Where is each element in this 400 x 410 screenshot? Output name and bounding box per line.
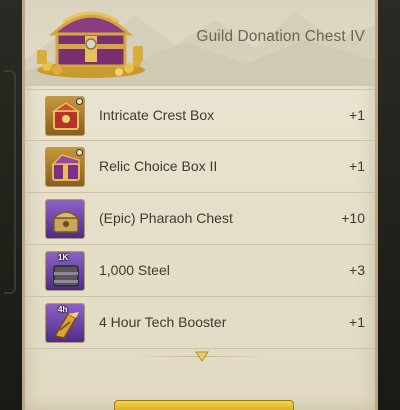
reward-row-pharaoh-chest[interactable]: (Epic) Pharaoh Chest +10 <box>25 193 375 245</box>
reward-row-steel[interactable]: 1K 1,000 Steel +3 <box>25 245 375 297</box>
confirm-button[interactable] <box>114 400 294 410</box>
zoom-icon <box>76 149 83 156</box>
item-quantity: +10 <box>341 210 365 226</box>
item-quantity: +1 <box>349 107 365 123</box>
chest-title: Guild Donation Chest IV <box>196 28 365 45</box>
item-name: (Epic) Pharaoh Chest <box>99 210 233 226</box>
treasure-chest-icon <box>37 11 145 78</box>
reward-list: Intricate Crest Box +1 Relic Choice Box … <box>25 89 375 349</box>
reward-panel: Guild Donation Chest IV Intricate Crest … <box>22 0 378 410</box>
background-left <box>0 0 22 410</box>
amount-tag: 1K <box>58 253 69 262</box>
tech-booster-icon[interactable]: 4h <box>45 303 85 343</box>
panel-header: Guild Donation Chest IV <box>25 0 375 86</box>
background-right <box>378 0 400 410</box>
reward-row-tech-booster[interactable]: 4h 4 Hour Tech Booster +1 <box>25 297 375 349</box>
steel-crate-icon[interactable]: 1K <box>45 251 85 291</box>
crest-box-icon[interactable] <box>45 96 85 136</box>
item-name: 1,000 Steel <box>99 262 170 278</box>
item-name: Relic Choice Box II <box>99 158 218 174</box>
scroll-down-icon[interactable] <box>195 351 209 362</box>
item-quantity: +1 <box>349 158 365 174</box>
item-name: 4 Hour Tech Booster <box>99 314 227 330</box>
item-quantity: +3 <box>349 262 365 278</box>
duration-tag: 4h <box>58 305 68 314</box>
relic-box-icon[interactable] <box>45 147 85 187</box>
reward-row-relic-box[interactable]: Relic Choice Box II +1 <box>25 141 375 193</box>
item-quantity: +1 <box>349 314 365 330</box>
item-name: Intricate Crest Box <box>99 107 215 123</box>
pharaoh-chest-icon[interactable] <box>45 199 85 239</box>
reward-row-crest-box[interactable]: Intricate Crest Box +1 <box>25 89 375 141</box>
zoom-icon <box>76 98 83 105</box>
